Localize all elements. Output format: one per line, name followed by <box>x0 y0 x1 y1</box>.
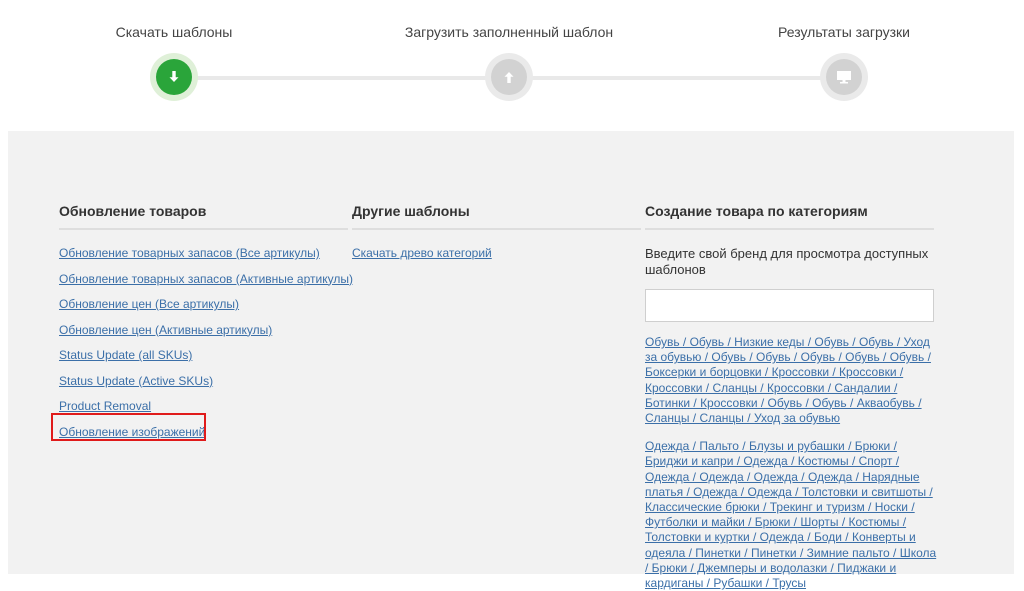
category-group-footwear: Обувь / Обувь / Низкие кеды / Обувь / Об… <box>645 335 937 426</box>
step-circle[interactable] <box>485 53 533 101</box>
step-label: Скачать шаблоны <box>115 24 233 40</box>
upload-arrow-icon <box>504 72 514 83</box>
link-status-update-all[interactable]: Status Update (all SKUs) <box>59 348 348 363</box>
highlight-box <box>51 413 206 441</box>
upload-steps: Скачать шаблоны Загрузить заполненный ша… <box>0 0 1024 131</box>
category-links-clothing[interactable]: Одежда / Пальто / Блузы и рубашки / Брюк… <box>645 439 936 590</box>
templates-panel: Обновление товаров Обновление товарных з… <box>8 131 1014 590</box>
brand-prompt: Введите свой бренд для просмотра доступн… <box>645 246 929 277</box>
link-prices-active-skus[interactable]: Обновление цен (Активные артикулы) <box>59 323 348 338</box>
link-stock-all-skus[interactable]: Обновление товарных запасов (Все артикул… <box>59 246 348 261</box>
step-label: Результаты загрузки <box>778 24 910 40</box>
link-stock-active-skus[interactable]: Обновление товарных запасов (Активные ар… <box>59 272 353 287</box>
category-group-clothing: Одежда / Пальто / Блузы и рубашки / Брюк… <box>645 439 937 591</box>
link-status-update-active[interactable]: Status Update (Active SKUs) <box>59 374 348 389</box>
section-title: Другие шаблоны <box>352 203 641 230</box>
section-title: Обновление товаров <box>59 203 348 230</box>
step-circle[interactable] <box>820 53 868 101</box>
link-prices-all-skus[interactable]: Обновление цен (Все артикулы) <box>59 297 348 312</box>
category-links-footwear[interactable]: Обувь / Обувь / Низкие кеды / Обувь / Об… <box>645 335 931 425</box>
section-title: Создание товара по категориям <box>645 203 934 230</box>
brand-search-input[interactable] <box>645 289 934 322</box>
other-templates-section: Другие шаблоны Скачать древо категорий <box>352 203 641 272</box>
step-circle[interactable] <box>150 53 198 101</box>
link-product-removal[interactable]: Product Removal <box>59 399 348 414</box>
monitor-icon <box>837 71 851 84</box>
link-download-category-tree[interactable]: Скачать древо категорий <box>352 246 641 261</box>
step-label: Загрузить заполненный шаблон <box>404 24 614 40</box>
download-arrow-icon <box>169 71 179 82</box>
create-by-category-section: Создание товара по категориям Введите св… <box>645 203 937 591</box>
